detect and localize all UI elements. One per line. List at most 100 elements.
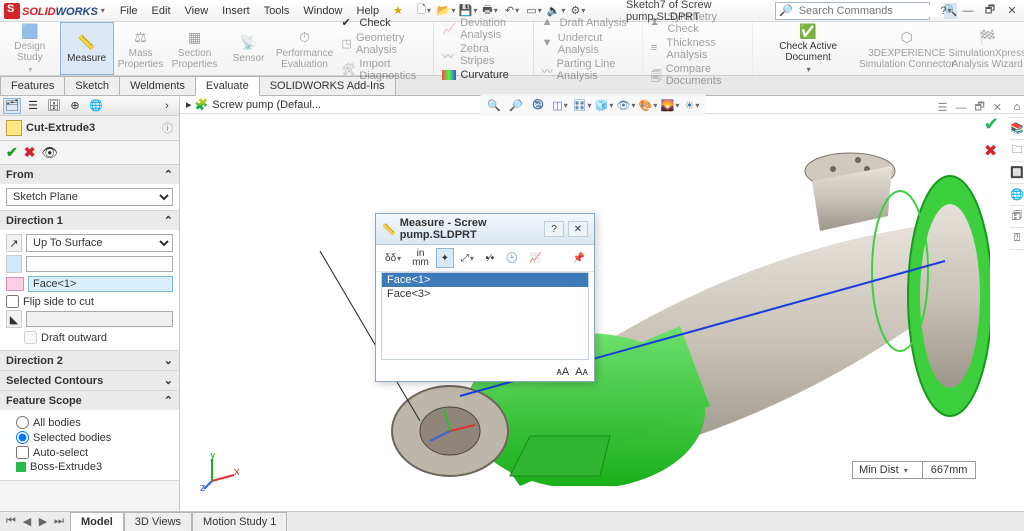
- taskpane-appearance-icon[interactable]: 🌐: [1010, 184, 1024, 206]
- edit-appearance-icon[interactable]: 🎨▾: [638, 96, 658, 114]
- restore-icon[interactable]: 🗗: [982, 3, 998, 19]
- view-triad[interactable]: x z y: [200, 453, 240, 493]
- reverse-icon[interactable]: ↗: [6, 234, 22, 252]
- canv-showtree-icon[interactable]: ☰: [938, 101, 948, 114]
- measure-titlebar[interactable]: 📏 Measure - Screw pump.SLDPRT ? ✕: [376, 214, 594, 245]
- nav-next-icon[interactable]: ▶: [36, 515, 50, 528]
- flip-checkbox[interactable]: Flip side to cut: [6, 295, 173, 308]
- display-style-icon[interactable]: 🧊▾: [594, 96, 614, 114]
- ribbon-sensor[interactable]: 📡Sensor: [222, 22, 276, 75]
- face-field[interactable]: Face<1>: [28, 276, 173, 292]
- nav-last-icon[interactable]: ⏭: [52, 515, 66, 528]
- auto-select-checkbox[interactable]: Auto-select: [16, 446, 173, 459]
- breadcrumb-doc[interactable]: Screw pump (Defaul...: [212, 99, 321, 111]
- measure-row-1[interactable]: Face<1>: [382, 273, 588, 287]
- measure-sens-icon[interactable]: 📈: [525, 248, 545, 268]
- ribbon-measure[interactable]: 📏Measure: [60, 22, 114, 75]
- taskpane-home-icon[interactable]: ⌂: [1010, 96, 1024, 118]
- accept-button[interactable]: ✔: [6, 144, 18, 161]
- select-icon[interactable]: ▭▾: [526, 3, 542, 19]
- measure-font-large-icon[interactable]: Aᴀ: [575, 366, 588, 378]
- hide-show-icon[interactable]: 👁▾: [616, 96, 636, 114]
- measure-pin-button[interactable]: 📌: [569, 248, 589, 268]
- ribbon-check-active-doc[interactable]: ✅Check Active Document▾: [753, 22, 863, 75]
- search-input[interactable]: [796, 5, 944, 17]
- panel-more-icon[interactable]: ›: [158, 98, 176, 114]
- radio-selected-bodies[interactable]: Selected bodies: [16, 431, 173, 444]
- menu-edit[interactable]: Edit: [145, 3, 178, 19]
- canvas-accept-icon[interactable]: ✔: [984, 114, 999, 135]
- measure-row-2[interactable]: Face<3>: [382, 287, 588, 301]
- tab-evaluate[interactable]: Evaluate: [195, 76, 260, 96]
- ribbon-curv-label[interactable]: Curvature: [460, 69, 508, 81]
- taskpane-lib-icon[interactable]: 📚: [1010, 118, 1024, 140]
- canv-min-icon[interactable]: —: [955, 102, 966, 114]
- collapse-icon[interactable]: ⌃: [164, 394, 173, 407]
- preview-button[interactable]: 👁: [41, 145, 58, 161]
- nav-prev-icon[interactable]: ◀: [20, 515, 34, 528]
- configmanager-icon[interactable]: 🗄: [45, 98, 63, 114]
- ribbon-simx[interactable]: 🏁SimulationXpress Analysis Wizard: [950, 22, 1024, 75]
- tab-weldments[interactable]: Weldments: [119, 76, 196, 95]
- view-orient-icon[interactable]: 🎛▾: [572, 96, 592, 114]
- measure-proj-icon[interactable]: ⤢▾: [457, 248, 478, 268]
- taskpane-view-icon[interactable]: 🔲: [1010, 162, 1024, 184]
- apply-scene-icon[interactable]: 🌄▾: [660, 96, 680, 114]
- propertymanager-icon[interactable]: ☰: [24, 98, 42, 114]
- measure-xyz-icon[interactable]: ✦: [436, 248, 454, 268]
- search-box[interactable]: 🔎 🔍: [775, 2, 930, 20]
- section-view-icon[interactable]: ◫▾: [550, 96, 570, 114]
- menu-view[interactable]: View: [178, 3, 216, 19]
- ribbon-check-label[interactable]: Check: [359, 17, 390, 29]
- measure-help-button[interactable]: ?: [544, 221, 564, 237]
- zoom-fit-icon[interactable]: 🔍: [484, 96, 504, 114]
- taskpane-forum-icon[interactable]: ⍰: [1010, 228, 1024, 250]
- taskpane-file-icon[interactable]: 🗀: [1010, 140, 1024, 162]
- close-icon[interactable]: ✕: [1004, 3, 1020, 19]
- featuretree-icon[interactable]: 🗂: [3, 98, 21, 114]
- radio-all-bodies[interactable]: All bodies: [16, 416, 173, 429]
- ribbon-design-study[interactable]: 🟦Design Study▾: [0, 22, 60, 75]
- dir1-select[interactable]: Up To Surface: [26, 234, 173, 252]
- minimize-icon[interactable]: —: [960, 3, 976, 19]
- ribbon-perf[interactable]: ⏱Performance Evaluation: [276, 22, 334, 75]
- ribbon-mass[interactable]: ⚖Mass Properties: [114, 22, 168, 75]
- collapse-icon[interactable]: ⌃: [164, 214, 173, 227]
- dimxpert-icon[interactable]: ⊕: [66, 98, 84, 114]
- measure-hist-icon[interactable]: 🕑: [502, 248, 522, 268]
- view-settings-icon[interactable]: ☀▾: [682, 96, 702, 114]
- graphics-area[interactable]: ▸ 🧩Screw pump (Defaul... 🔍 🔎 🕲 ◫▾ 🎛▾ 🧊▾ …: [180, 96, 1024, 511]
- prev-view-icon[interactable]: 🕲: [528, 96, 548, 114]
- feature-help-icon[interactable]: ⓘ: [162, 120, 173, 136]
- cancel-button[interactable]: ✖: [24, 144, 36, 161]
- offset-icon[interactable]: [6, 255, 22, 273]
- offset-input[interactable]: [26, 256, 173, 272]
- draft-angle-icon[interactable]: ◣: [6, 310, 22, 328]
- ribbon-3dx[interactable]: ⬡3DEXPERIENCE Simulation Connector: [863, 22, 950, 75]
- taskpane-props-icon[interactable]: 🗊: [1010, 206, 1024, 228]
- menu-tools[interactable]: Tools: [257, 3, 297, 19]
- measure-close-button[interactable]: ✕: [568, 221, 588, 237]
- menu-file[interactable]: File: [113, 3, 145, 19]
- tab-sketch[interactable]: Sketch: [64, 76, 120, 95]
- measure-unit-toggle[interactable]: in mm: [408, 248, 433, 268]
- bottom-tab-model[interactable]: Model: [70, 512, 124, 531]
- expand-icon[interactable]: ⌄: [164, 374, 173, 387]
- bottom-tab-motion[interactable]: Motion Study 1: [192, 512, 287, 531]
- measure-mode-icon[interactable]: δδ▾: [381, 248, 405, 268]
- tab-features[interactable]: Features: [0, 76, 65, 95]
- bottom-tab-3dviews[interactable]: 3D Views: [124, 512, 192, 531]
- ribbon-section[interactable]: ▦Section Properties: [168, 22, 222, 75]
- from-select[interactable]: Sketch Plane: [6, 188, 173, 206]
- measure-pt-icon[interactable]: •⁄•: [481, 248, 499, 268]
- help-icon[interactable]: ?▾: [938, 3, 954, 19]
- nav-first-icon[interactable]: ⏮: [4, 515, 18, 528]
- collapse-icon[interactable]: ⌃: [164, 168, 173, 181]
- measure-selection-list[interactable]: Face<1> Face<3>: [381, 272, 589, 360]
- menu-insert[interactable]: Insert: [215, 3, 257, 19]
- canv-close-icon[interactable]: ✕: [993, 101, 1002, 114]
- distance-callout[interactable]: Min Dist▾ 667mm: [852, 461, 976, 479]
- zoom-area-icon[interactable]: 🔎: [506, 96, 526, 114]
- measure-dialog[interactable]: 📏 Measure - Screw pump.SLDPRT ? ✕ δδ▾ in…: [375, 213, 595, 382]
- app-menu-dropdown[interactable]: ▾: [101, 6, 105, 15]
